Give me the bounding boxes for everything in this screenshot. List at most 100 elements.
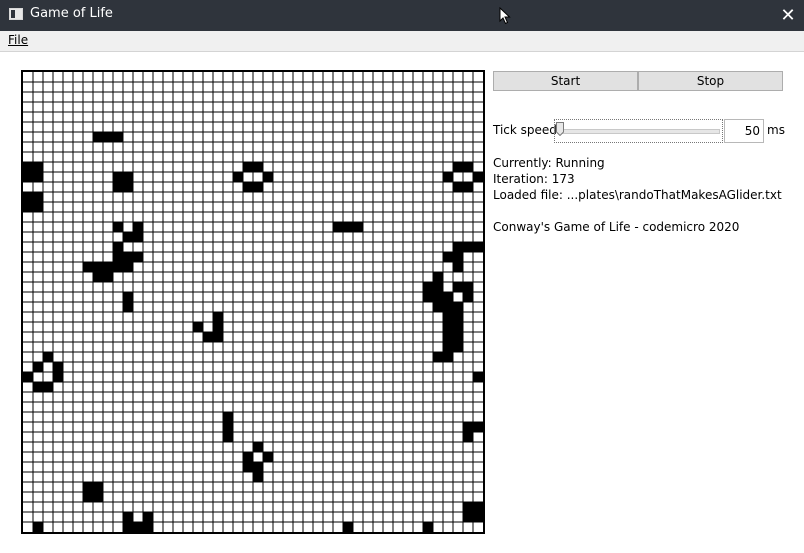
alive-cell[interactable] [243,162,253,172]
alive-cell[interactable] [473,242,483,252]
alive-cell[interactable] [423,522,433,532]
alive-cell[interactable] [453,322,463,332]
alive-cell[interactable] [113,222,123,232]
menu-file[interactable]: File [8,33,28,47]
alive-cell[interactable] [53,372,63,382]
board-grid[interactable] [23,72,483,532]
alive-cell[interactable] [433,302,443,312]
tick-speed-slider[interactable] [554,119,723,143]
alive-cell[interactable] [93,132,103,142]
alive-cell[interactable] [463,162,473,172]
alive-cell[interactable] [463,422,473,432]
alive-cell[interactable] [23,162,33,172]
alive-cell[interactable] [453,342,463,352]
close-icon[interactable]: ✕ [772,0,804,31]
alive-cell[interactable] [93,262,103,272]
alive-cell[interactable] [33,382,43,392]
alive-cell[interactable] [463,282,473,292]
alive-cell[interactable] [473,502,483,512]
alive-cell[interactable] [473,512,483,522]
game-board[interactable] [21,70,485,534]
alive-cell[interactable] [433,282,443,292]
alive-cell[interactable] [143,512,153,522]
alive-cell[interactable] [453,242,463,252]
alive-cell[interactable] [263,452,273,462]
alive-cell[interactable] [353,222,363,232]
alive-cell[interactable] [253,442,263,452]
alive-cell[interactable] [193,322,203,332]
alive-cell[interactable] [103,272,113,282]
alive-cell[interactable] [43,382,53,392]
alive-cell[interactable] [453,252,463,262]
alive-cell[interactable] [33,522,43,532]
alive-cell[interactable] [23,172,33,182]
alive-cell[interactable] [443,302,453,312]
alive-cell[interactable] [443,342,453,352]
alive-cell[interactable] [123,262,133,272]
alive-cell[interactable] [473,372,483,382]
alive-cell[interactable] [113,262,123,272]
alive-cell[interactable] [113,172,123,182]
alive-cell[interactable] [243,462,253,472]
alive-cell[interactable] [93,272,103,282]
alive-cell[interactable] [113,132,123,142]
alive-cell[interactable] [443,322,453,332]
alive-cell[interactable] [243,452,253,462]
alive-cell[interactable] [103,262,113,272]
alive-cell[interactable] [23,202,33,212]
alive-cell[interactable] [463,502,473,512]
alive-cell[interactable] [33,202,43,212]
alive-cell[interactable] [133,222,143,232]
alive-cell[interactable] [463,242,473,252]
alive-cell[interactable] [473,422,483,432]
alive-cell[interactable] [443,292,453,302]
alive-cell[interactable] [343,522,353,532]
alive-cell[interactable] [443,352,453,362]
alive-cell[interactable] [53,362,63,372]
alive-cell[interactable] [123,512,133,522]
alive-cell[interactable] [123,232,133,242]
alive-cell[interactable] [213,312,223,322]
alive-cell[interactable] [83,262,93,272]
alive-cell[interactable] [253,162,263,172]
alive-cell[interactable] [443,172,453,182]
alive-cell[interactable] [133,252,143,262]
alive-cell[interactable] [263,172,273,182]
alive-cell[interactable] [113,242,123,252]
alive-cell[interactable] [33,162,43,172]
alive-cell[interactable] [143,522,153,532]
alive-cell[interactable] [453,282,463,292]
alive-cell[interactable] [93,492,103,502]
alive-cell[interactable] [433,292,443,302]
alive-cell[interactable] [253,472,263,482]
alive-cell[interactable] [223,422,233,432]
alive-cell[interactable] [113,252,123,262]
alive-cell[interactable] [123,302,133,312]
alive-cell[interactable] [203,332,213,342]
alive-cell[interactable] [23,192,33,202]
alive-cell[interactable] [423,282,433,292]
alive-cell[interactable] [43,352,53,362]
alive-cell[interactable] [123,292,133,302]
slider-thumb[interactable] [556,122,564,136]
alive-cell[interactable] [253,462,263,472]
alive-cell[interactable] [233,172,243,182]
alive-cell[interactable] [213,322,223,332]
alive-cell[interactable] [213,332,223,342]
alive-cell[interactable] [33,172,43,182]
alive-cell[interactable] [453,312,463,322]
alive-cell[interactable] [423,292,433,302]
alive-cell[interactable] [33,192,43,202]
alive-cell[interactable] [443,252,453,262]
alive-cell[interactable] [103,132,113,142]
alive-cell[interactable] [473,172,483,182]
alive-cell[interactable] [133,232,143,242]
alive-cell[interactable] [123,182,133,192]
alive-cell[interactable] [113,182,123,192]
alive-cell[interactable] [243,182,253,192]
alive-cell[interactable] [433,352,443,362]
alive-cell[interactable] [123,252,133,262]
alive-cell[interactable] [133,522,143,532]
start-button[interactable]: Start [493,71,638,91]
alive-cell[interactable] [453,332,463,342]
